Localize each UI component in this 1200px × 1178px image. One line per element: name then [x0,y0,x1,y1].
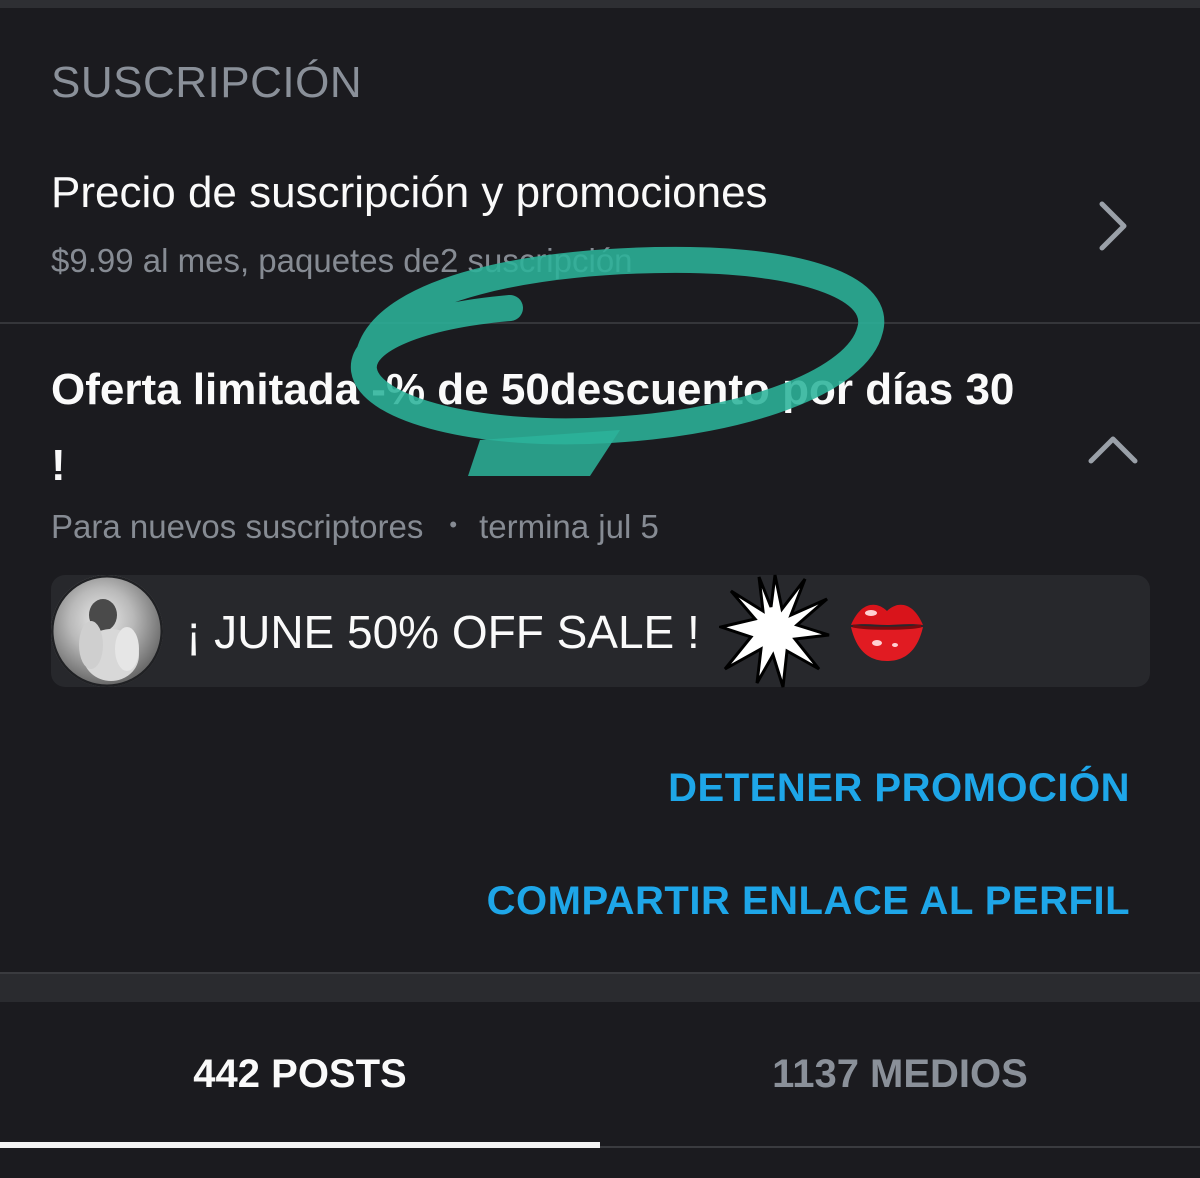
offer-meta: Para nuevos suscriptores • termina jul 5 [51,508,659,546]
separator-dot: • [449,512,458,538]
stop-promotion-button[interactable]: DETENER PROMOCIÓN [668,766,1130,811]
offer-title: Oferta limitada -% de 50descuento por dí… [51,365,1015,490]
promo-message-card: ¡ JUNE 50% OFF SALE ! [51,574,1150,688]
kiss-lips-icon [851,604,923,661]
tab-divider [600,1146,1200,1148]
starburst-icon [719,574,830,688]
chevron-right-icon[interactable] [1092,198,1132,254]
promo-text: ¡ JUNE 50% OFF SALE ! [186,606,700,658]
chevron-up-icon[interactable] [1086,432,1140,466]
avatar [51,575,163,687]
divider [0,322,1200,324]
tab-media[interactable]: 1137 MEDIOS [600,1052,1200,1097]
top-bar [0,0,1200,8]
share-profile-link-button[interactable]: COMPARTIR ENLACE AL PERFIL [487,879,1130,924]
section-title: SUSCRIPCIÓN [51,58,363,107]
price-row-subtitle: $9.99 al mes, paquetes de2 suscripción [51,242,633,279]
tab-posts[interactable]: 442 POSTS [0,1052,600,1097]
active-tab-indicator [0,1142,600,1148]
offer-end-date: termina jul 5 [479,508,659,545]
section-separator [0,972,1200,1002]
offer-audience: Para nuevos suscriptores [51,508,424,545]
price-row-title: Precio de suscripción y promociones [51,168,768,217]
subscription-price-row[interactable]: Precio de suscripción y promociones $9.9… [0,150,1200,322]
